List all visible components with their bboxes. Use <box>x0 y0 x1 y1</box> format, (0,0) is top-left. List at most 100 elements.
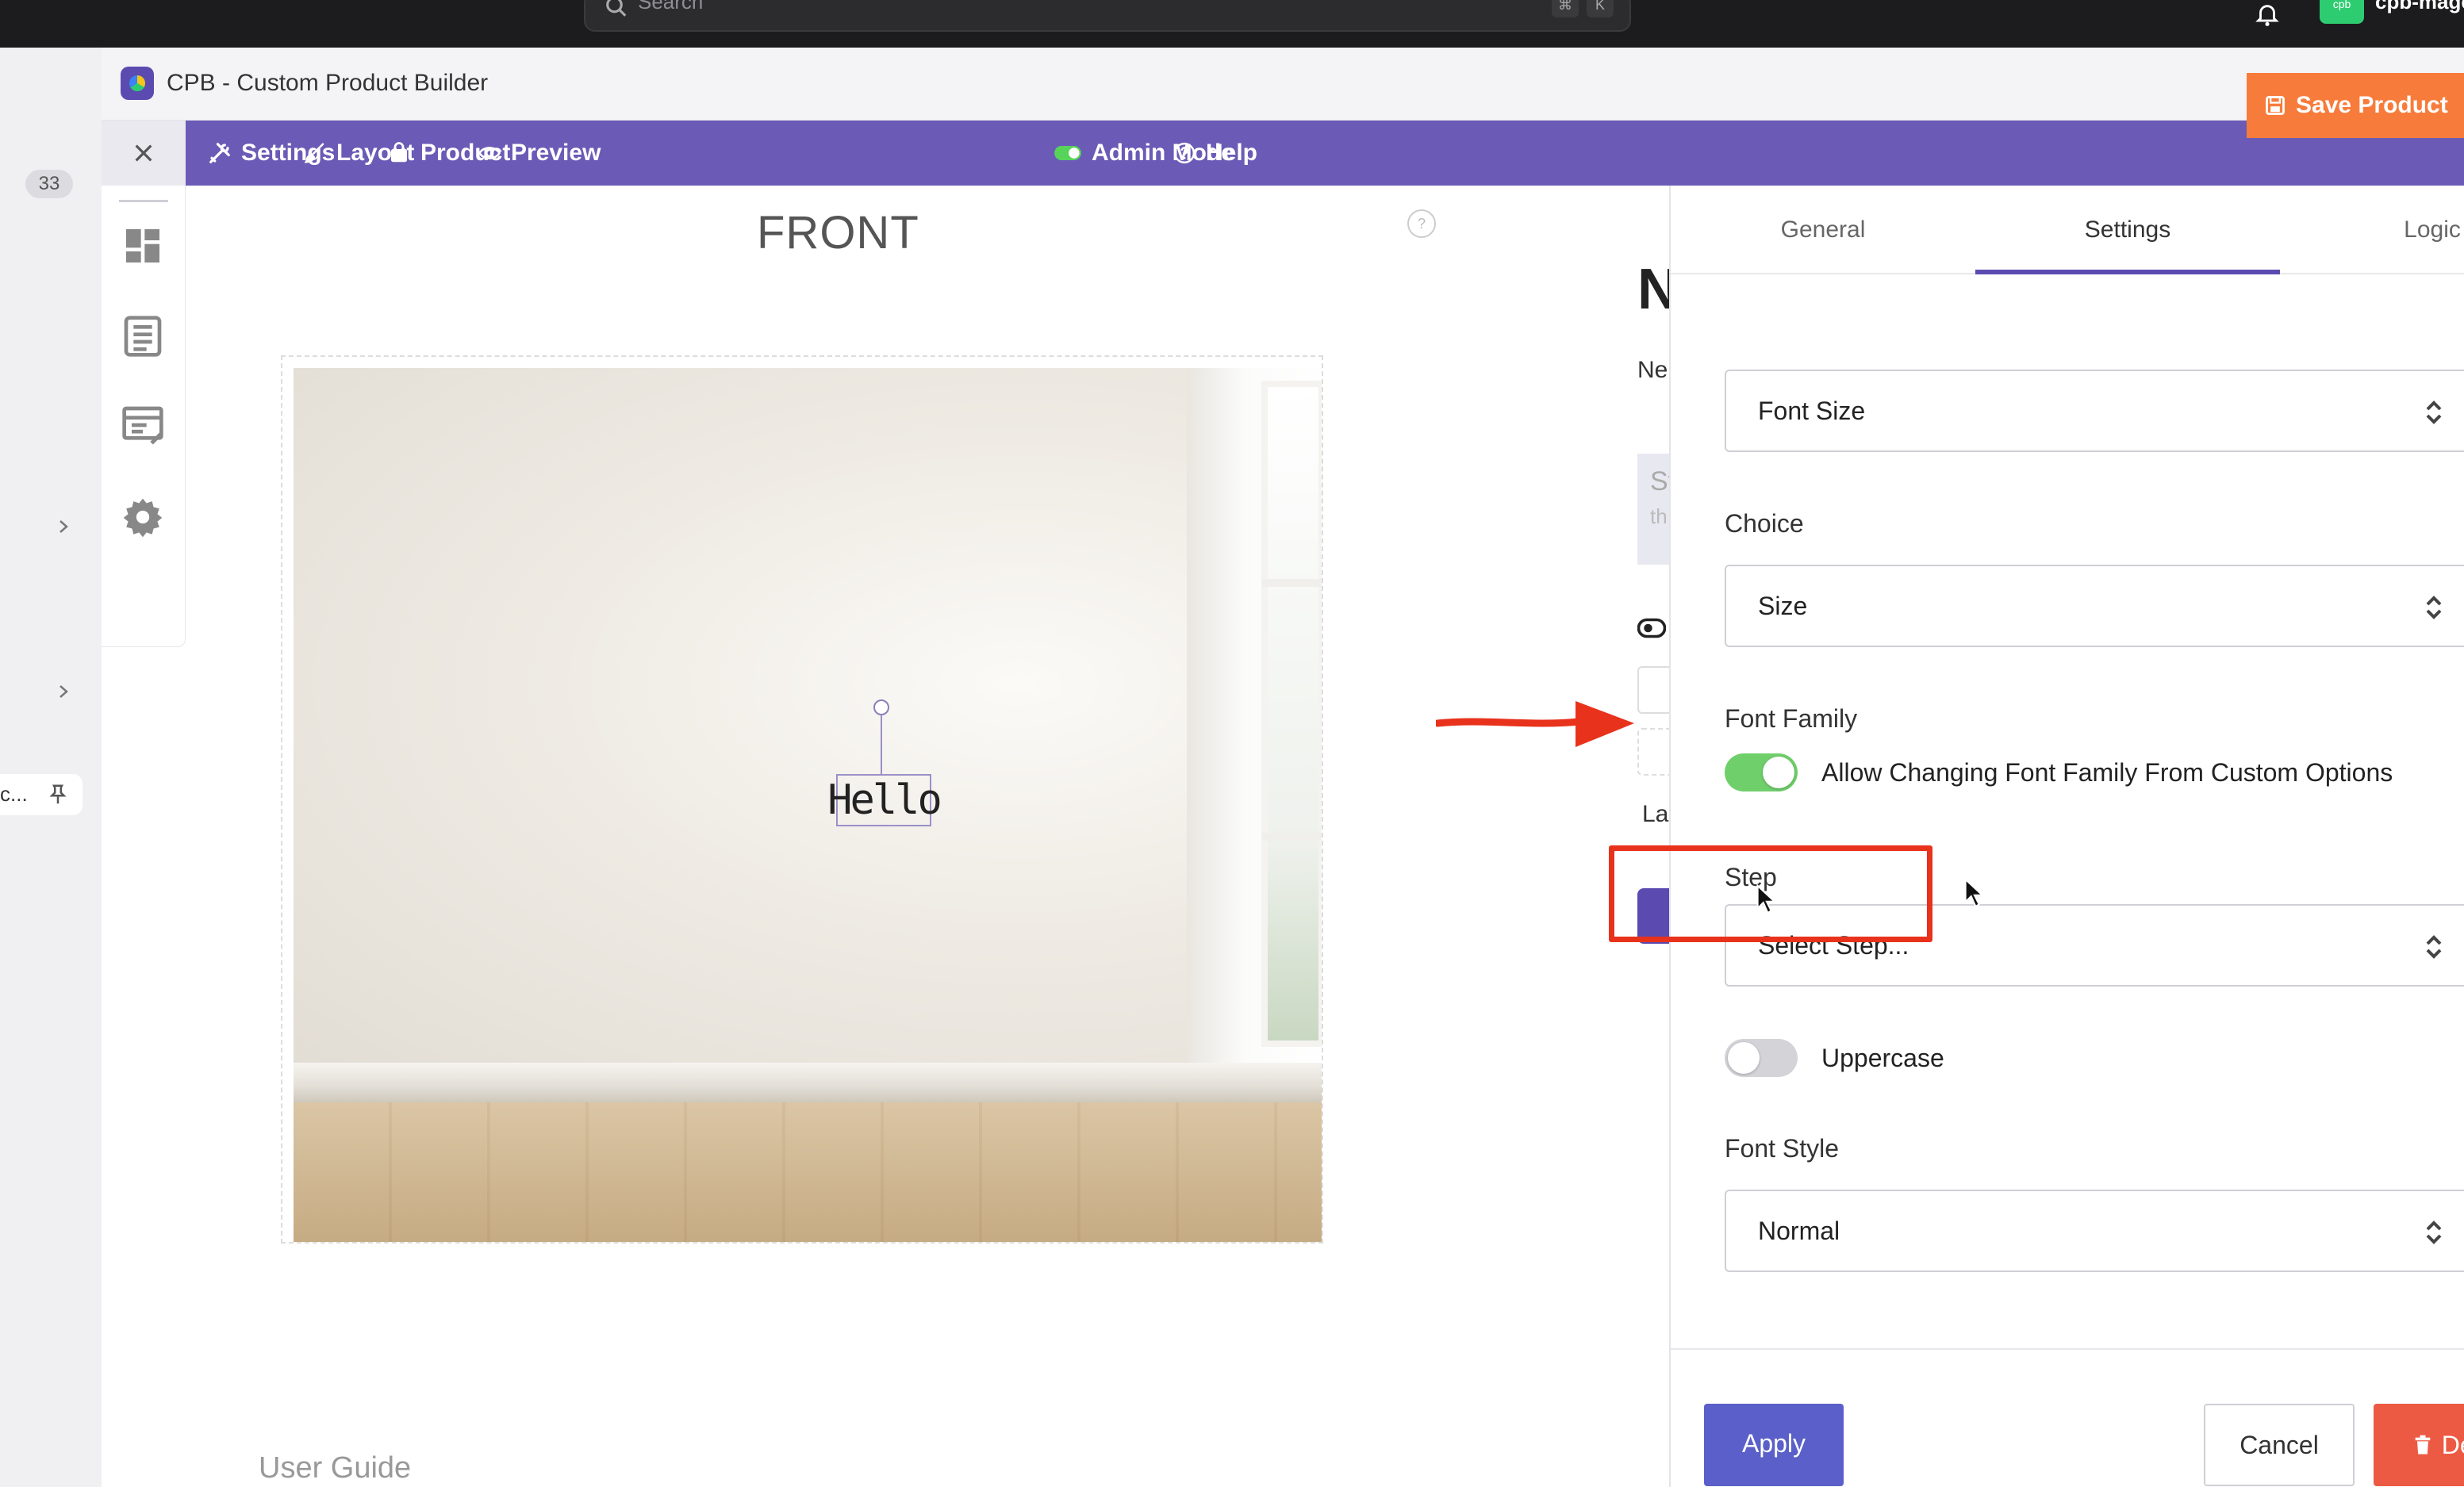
user-guide-link[interactable]: User Guide <box>259 1451 411 1485</box>
pin-icon[interactable] <box>46 782 70 807</box>
cmd-key: ⌘ <box>1552 0 1579 17</box>
room-background-image <box>294 368 1322 1071</box>
gear-icon[interactable] <box>121 495 165 539</box>
delete-button[interactable]: Delete <box>2374 1404 2464 1486</box>
layer-subtitle: Ne <box>1637 357 1668 383</box>
canvas-side-label: FRONT <box>757 207 919 259</box>
window-mullion <box>1261 833 1322 841</box>
font-family-toggle[interactable] <box>1725 753 1798 791</box>
editor-icon-bar <box>102 121 186 647</box>
text-area-line: th <box>1650 504 1668 528</box>
app-logo-icon <box>121 67 154 100</box>
panel-tabs: General Settings Logic <box>1671 186 2464 274</box>
icon-bar-divider <box>119 200 168 202</box>
save-icon <box>2266 96 2285 115</box>
save-product-label: Save Product <box>2296 92 2448 118</box>
close-panel-button[interactable] <box>102 121 186 186</box>
select-caret-icon <box>2426 935 2442 959</box>
app-window: CPB - Custom Product Builder ⋯ Settings … <box>102 48 2464 1487</box>
rotate-handle[interactable] <box>873 699 889 715</box>
window-mullion <box>1261 579 1322 587</box>
bag-icon <box>391 142 407 163</box>
layer-details-column: N Ne St th La <box>1637 186 1669 1487</box>
room-floor <box>294 1102 1322 1242</box>
os-menu-bar: Search ⌘ K cpb cpb-mage <box>0 0 2464 48</box>
preview-button[interactable]: Preview <box>478 121 601 186</box>
os-search-field[interactable]: Search ⌘ K <box>584 0 1631 32</box>
font-style-select[interactable]: Normal <box>1725 1190 2464 1272</box>
apply-button[interactable]: Apply <box>1704 1404 1844 1486</box>
select-caret-icon <box>2426 1221 2442 1244</box>
panel-footer-divider <box>1671 1348 2464 1350</box>
text-layer[interactable]: Hello <box>827 774 942 826</box>
select-caret-icon <box>2426 596 2442 619</box>
font-size-select[interactable]: Font Size <box>1725 370 2464 452</box>
layer-label: La <box>1642 801 1669 827</box>
chevron-right-icon[interactable] <box>54 517 73 536</box>
canvas-help-icon[interactable]: ? <box>1407 209 1436 238</box>
help-button[interactable]: Help <box>1173 121 1257 186</box>
app-badge[interactable]: cpb <box>2320 0 2364 24</box>
font-style-select-value: Normal <box>1758 1217 1840 1245</box>
design-canvas-area: FRONT ? Hello User Guide <box>186 186 1566 1487</box>
table-edit-icon[interactable] <box>121 403 165 447</box>
active-tab-indicator <box>1975 270 2280 274</box>
font-family-toggle-label: Allow Changing Font Family From Custom O… <box>1821 758 2393 787</box>
toggle-knob <box>1728 1042 1760 1074</box>
help-circle-icon <box>1173 142 1196 164</box>
select-caret-icon <box>2426 400 2442 424</box>
tab-general[interactable]: General <box>1671 186 1975 274</box>
choice-label: Choice <box>1725 509 1804 538</box>
room-window <box>1261 381 1322 1047</box>
mouse-cursor-icon <box>1756 883 1777 914</box>
bell-icon[interactable] <box>2253 2 2282 29</box>
trash-icon <box>2415 1435 2431 1454</box>
toggle-on-icon <box>1054 146 1081 160</box>
save-product-button[interactable]: Save Product <box>2247 73 2464 138</box>
mouse-cursor-icon <box>1964 877 1985 908</box>
layer-dropzone[interactable] <box>1637 728 1669 776</box>
delete-label: Delete <box>2441 1431 2464 1459</box>
layer-text-area[interactable]: St th <box>1637 454 1669 565</box>
uppercase-toggle[interactable] <box>1725 1039 1798 1077</box>
text-area-line: St <box>1650 466 1669 496</box>
pinned-item[interactable]: c... <box>0 774 83 815</box>
product-canvas[interactable]: Hello <box>281 355 1323 1244</box>
visibility-icon[interactable] <box>1637 614 1666 642</box>
red-arrow-annotation <box>1436 701 1634 747</box>
window-titlebar: CPB - Custom Product Builder ⋯ <box>102 48 2464 121</box>
count-badge: 33 <box>25 170 73 198</box>
tab-settings[interactable]: Settings <box>1975 186 2280 274</box>
os-app-name[interactable]: cpb-mage <box>2375 0 2464 12</box>
search-icon <box>606 0 627 17</box>
font-style-label: Font Style <box>1725 1134 1840 1163</box>
rotate-handle-line <box>881 712 882 776</box>
font-family-label: Font Family <box>1725 704 1858 733</box>
tab-logic[interactable]: Logic <box>2280 186 2464 274</box>
eye-icon <box>478 147 501 159</box>
font-size-select-value: Font Size <box>1758 397 1866 425</box>
layer-input[interactable] <box>1637 666 1669 714</box>
uppercase-label: Uppercase <box>1821 1044 1944 1072</box>
layer-heading: N <box>1637 258 1669 321</box>
main-toolbar: Settings Layout Product Preview Admin Mo… <box>186 121 2464 186</box>
k-key: K <box>1587 0 1614 17</box>
preview-label: Preview <box>511 140 601 166</box>
list-icon[interactable] <box>121 314 165 358</box>
toggle-knob <box>1763 757 1794 788</box>
choice-select-value: Size <box>1758 592 1808 620</box>
os-search-placeholder: Search <box>638 0 704 13</box>
brush-icon <box>304 143 324 163</box>
choice-select[interactable]: Size <box>1725 565 2464 647</box>
pinned-item-label: c... <box>0 782 28 806</box>
help-label: Help <box>1206 140 1258 166</box>
settings-panel: General Settings Logic Font Size Choice … <box>1669 186 2464 1487</box>
room-baseboard <box>294 1063 1322 1102</box>
chevron-right-icon[interactable] <box>54 682 73 701</box>
outer-sidebar: 33 c... <box>0 48 100 1487</box>
dashboard-icon[interactable] <box>121 224 165 268</box>
close-icon <box>135 144 152 162</box>
window-title: CPB - Custom Product Builder <box>167 70 489 96</box>
tools-icon <box>209 143 230 163</box>
cancel-button[interactable]: Cancel <box>2204 1404 2355 1486</box>
